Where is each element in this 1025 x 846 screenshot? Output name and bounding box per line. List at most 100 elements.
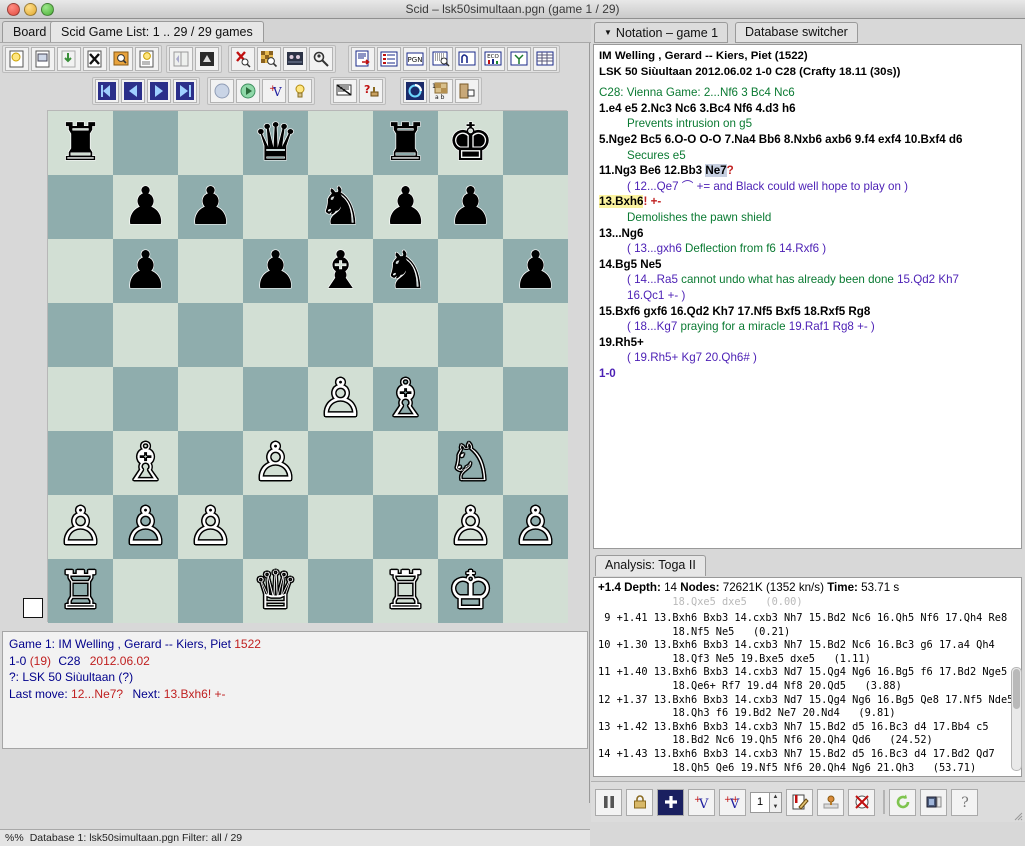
game-info-black[interactable]: Kiers, Piet xyxy=(176,637,231,651)
add-all-variations-icon[interactable]: ++V xyxy=(719,789,746,816)
square-e2[interactable] xyxy=(308,495,373,559)
first-move-icon[interactable] xyxy=(95,79,119,103)
tab-database-switcher[interactable]: Database switcher xyxy=(735,22,858,43)
square-f3[interactable] xyxy=(373,431,438,495)
square-d8[interactable]: ♛ xyxy=(243,111,308,175)
piece-black-n[interactable]: ♞ xyxy=(382,245,429,297)
material-search-icon[interactable] xyxy=(309,47,333,71)
game-list-icon[interactable] xyxy=(377,47,401,71)
square-f8[interactable]: ♜ xyxy=(373,111,438,175)
piece-style-icon[interactable] xyxy=(455,79,479,103)
nag-annotate-icon[interactable]: ? xyxy=(359,79,383,103)
square-f6[interactable]: ♞ xyxy=(373,239,438,303)
chevron-down-icon[interactable]: ▼ xyxy=(604,23,612,42)
notation-next-move-line[interactable]: 13.Bxh6! +- xyxy=(599,194,1016,210)
piece-black-n[interactable]: ♞ xyxy=(317,181,364,233)
square-h8[interactable] xyxy=(503,111,568,175)
square-e3[interactable] xyxy=(308,431,373,495)
delete-game-icon[interactable] xyxy=(83,47,107,71)
eco-browser-icon[interactable]: ECO xyxy=(481,47,505,71)
square-d6[interactable]: ♟ xyxy=(243,239,308,303)
piece-white-p[interactable]: ♙ xyxy=(122,501,169,553)
piece-black-p[interactable]: ♟ xyxy=(512,245,559,297)
pause-engine-icon[interactable] xyxy=(595,789,622,816)
square-d2[interactable] xyxy=(243,495,308,559)
piece-black-p[interactable]: ♟ xyxy=(382,181,429,233)
square-h5[interactable] xyxy=(503,303,568,367)
piece-white-n[interactable]: ♘ xyxy=(447,437,494,489)
stop-engine-icon[interactable] xyxy=(848,789,875,816)
crosstable-icon[interactable] xyxy=(533,47,557,71)
analysis-output-panel[interactable]: +1.4 Depth: 14 Nodes: 72621K (1352 kn/s)… xyxy=(593,577,1022,777)
autoplay-icon[interactable] xyxy=(210,79,234,103)
add-variation-icon[interactable]: +V xyxy=(688,789,715,816)
replay-icon[interactable] xyxy=(236,79,260,103)
piece-black-r[interactable]: ♜ xyxy=(382,117,429,169)
hint-icon[interactable] xyxy=(288,79,312,103)
analysis-scrollbar[interactable] xyxy=(1011,667,1022,771)
square-d4[interactable] xyxy=(243,367,308,431)
notation-move-line[interactable]: 15.Bxf6 gxf6 16.Qd2 Kh7 17.Nf5 Bxf5 18.R… xyxy=(599,304,1016,320)
last-move-value[interactable]: 12...Ne7? xyxy=(71,687,123,701)
square-g2[interactable]: ♙ xyxy=(438,495,503,559)
opening-report-icon[interactable] xyxy=(455,47,479,71)
game-info-eco[interactable]: C28 xyxy=(58,654,80,668)
add-variation-icon[interactable]: +V xyxy=(262,79,286,103)
piece-white-p[interactable]: ♙ xyxy=(317,373,364,425)
piece-white-p[interactable]: ♙ xyxy=(447,501,494,553)
square-e8[interactable] xyxy=(308,111,373,175)
square-h1[interactable] xyxy=(503,559,568,623)
square-b3[interactable]: ♗ xyxy=(113,431,178,495)
game-info-white[interactable]: IM Welling , Gerard xyxy=(58,637,161,651)
square-h4[interactable] xyxy=(503,367,568,431)
add-move-icon[interactable] xyxy=(657,789,684,816)
engine-config-icon[interactable] xyxy=(920,789,947,816)
square-b7[interactable]: ♟ xyxy=(113,175,178,239)
notation-current-move-line[interactable]: 11.Ng3 Be6 12.Bb3 Ne7? xyxy=(599,163,1016,179)
last-move-icon[interactable] xyxy=(173,79,197,103)
piece-white-p[interactable]: ♙ xyxy=(252,437,299,489)
notation-variation[interactable]: ( 18...Kg7 praying for a miracle 19.Raf1… xyxy=(599,319,1016,335)
square-f7[interactable]: ♟ xyxy=(373,175,438,239)
square-e7[interactable]: ♞ xyxy=(308,175,373,239)
game-info-icon[interactable] xyxy=(351,47,375,71)
flip-board-icon[interactable] xyxy=(169,47,193,71)
square-g5[interactable] xyxy=(438,303,503,367)
square-h2[interactable]: ♙ xyxy=(503,495,568,559)
priority-icon[interactable] xyxy=(817,789,844,816)
notation-text-area[interactable]: IM Welling , Gerard -- Kiers, Piet (1522… xyxy=(593,44,1022,549)
square-d1[interactable]: ♕ xyxy=(243,559,308,623)
notation-variation[interactable]: ( 19.Rh5+ Kg7 20.Qh6# ) xyxy=(599,350,1016,366)
board-search-icon[interactable] xyxy=(257,47,281,71)
square-a4[interactable] xyxy=(48,367,113,431)
engine-analysis-icon[interactable] xyxy=(403,79,427,103)
square-c6[interactable] xyxy=(178,239,243,303)
square-c7[interactable]: ♟ xyxy=(178,175,243,239)
piece-black-p[interactable]: ♟ xyxy=(187,181,234,233)
square-b4[interactable] xyxy=(113,367,178,431)
square-a2[interactable]: ♙ xyxy=(48,495,113,559)
square-d7[interactable] xyxy=(243,175,308,239)
notation-move-list[interactable]: 1.e4 e5 2.Nc3 Nc6 3.Bc4 Nf6 4.d3 h6Preve… xyxy=(599,101,1016,382)
board-style-icon[interactable] xyxy=(195,47,219,71)
chevron-down-icon[interactable]: ▼ xyxy=(773,804,779,810)
square-c1[interactable] xyxy=(178,559,243,623)
square-g3[interactable]: ♘ xyxy=(438,431,503,495)
square-h7[interactable] xyxy=(503,175,568,239)
tree-window-icon[interactable] xyxy=(507,47,531,71)
square-c5[interactable] xyxy=(178,303,243,367)
square-b6[interactable]: ♟ xyxy=(113,239,178,303)
notation-move-line[interactable]: 14.Bg5 Ne5 xyxy=(599,257,1016,273)
piece-black-k[interactable]: ♚ xyxy=(447,117,494,169)
square-a3[interactable] xyxy=(48,431,113,495)
piece-black-p[interactable]: ♟ xyxy=(122,245,169,297)
tab-game-list[interactable]: Scid Game List: 1 .. 29 / 29 games xyxy=(50,21,264,42)
square-f2[interactable] xyxy=(373,495,438,559)
piece-white-r[interactable]: ♖ xyxy=(57,565,104,617)
coordinates-icon[interactable]: a b1 xyxy=(429,79,453,103)
new-game-icon[interactable] xyxy=(5,47,29,71)
notation-move-line[interactable]: 5.Nge2 Bc5 6.O-O O-O 7.Na4 Bb6 8.Nxb6 ax… xyxy=(599,132,1016,148)
square-b1[interactable] xyxy=(113,559,178,623)
piece-black-p[interactable]: ♟ xyxy=(252,245,299,297)
pgn-window-icon[interactable]: PGN xyxy=(403,47,427,71)
